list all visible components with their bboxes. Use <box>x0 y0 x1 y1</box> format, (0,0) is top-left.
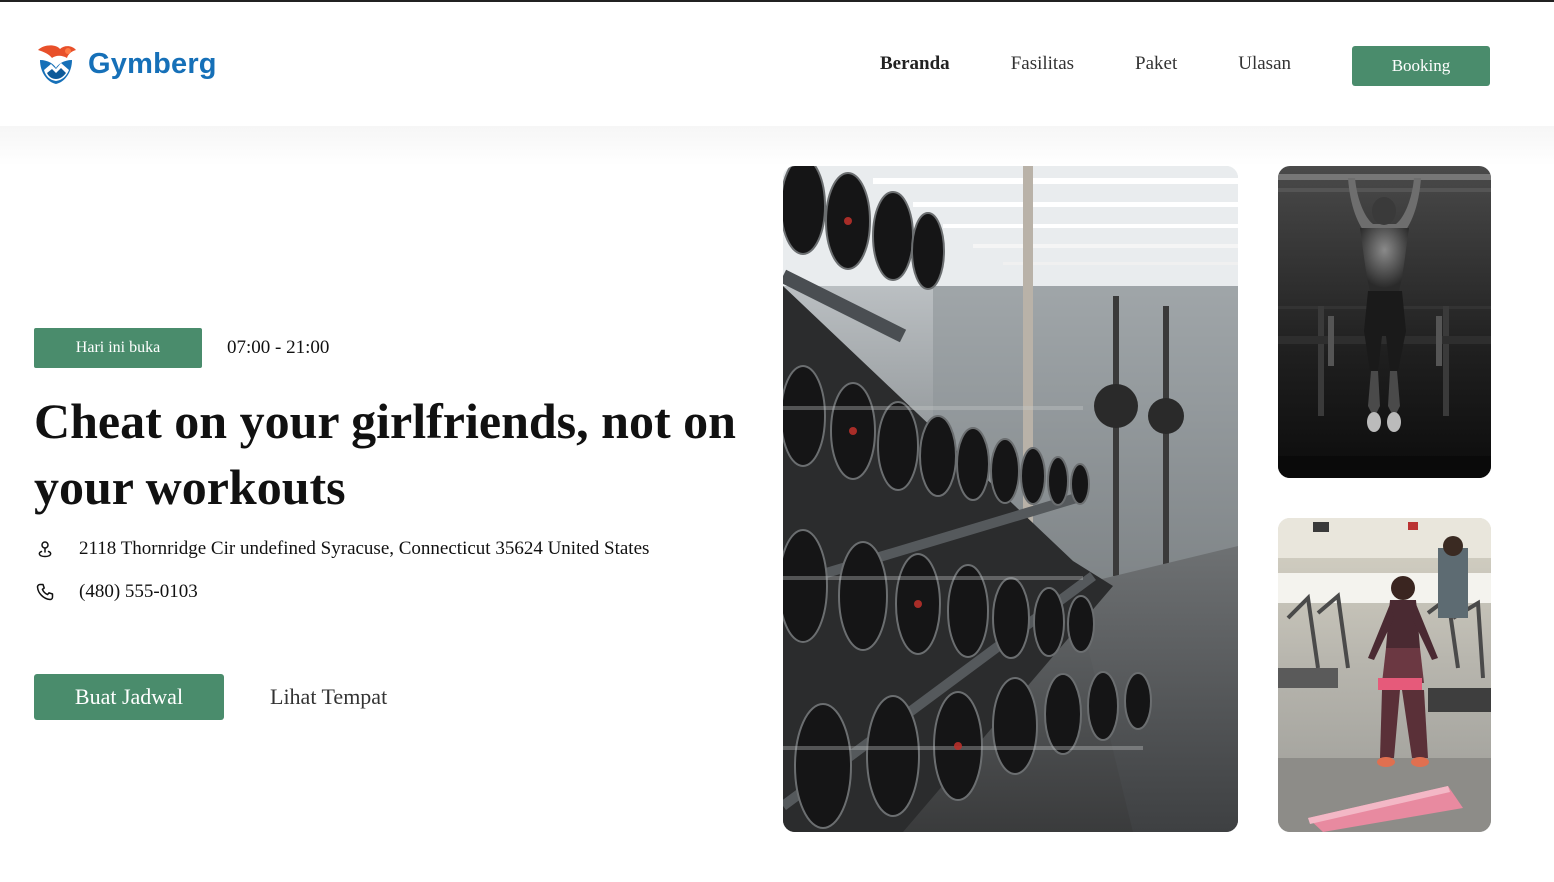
buat-jadwal-button[interactable]: Buat Jadwal <box>34 674 224 720</box>
pull-up-athlete-photo <box>1278 166 1491 478</box>
dumbbell-rack-photo <box>783 166 1238 832</box>
main-nav: Beranda Fasilitas Paket Ulasan <box>880 44 1352 84</box>
nav-item-fasilitas[interactable]: Fasilitas <box>1011 44 1074 84</box>
woman-resistance-band-photo <box>1278 518 1491 832</box>
phone-icon <box>34 581 56 603</box>
brand-logo[interactable]: Gymberg <box>34 42 217 86</box>
hero-actions: Buat Jadwal Lihat Tempat <box>34 674 387 720</box>
address-text: 2118 Thornridge Cir undefined Syracuse, … <box>79 538 650 559</box>
lihat-tempat-link[interactable]: Lihat Tempat <box>270 684 387 710</box>
booking-button[interactable]: Booking <box>1352 46 1490 86</box>
nav-item-beranda[interactable]: Beranda <box>880 44 950 84</box>
opening-hours: Hari ini buka 07:00 - 21:00 <box>34 328 329 368</box>
nav-item-ulasan[interactable]: Ulasan <box>1238 44 1291 84</box>
nav-item-paket[interactable]: Paket <box>1135 44 1177 84</box>
phone-row: (480) 555-0103 <box>34 581 198 603</box>
gymberg-logo-icon <box>34 42 78 86</box>
opening-hours-text: 07:00 - 21:00 <box>227 337 330 358</box>
brand-name: Gymberg <box>88 47 217 80</box>
open-today-badge: Hari ini buka <box>34 328 202 368</box>
phone-text[interactable]: (480) 555-0103 <box>79 581 198 603</box>
location-pin-icon <box>34 538 56 560</box>
hero-headline: Cheat on your girlfriends, not on your w… <box>34 393 736 515</box>
address-row: 2118 Thornridge Cir undefined Syracuse, … <box>34 538 649 560</box>
navbar: Gymberg Beranda Fasilitas Paket Ulasan B… <box>0 2 1554 126</box>
header-shadow <box>0 126 1554 166</box>
